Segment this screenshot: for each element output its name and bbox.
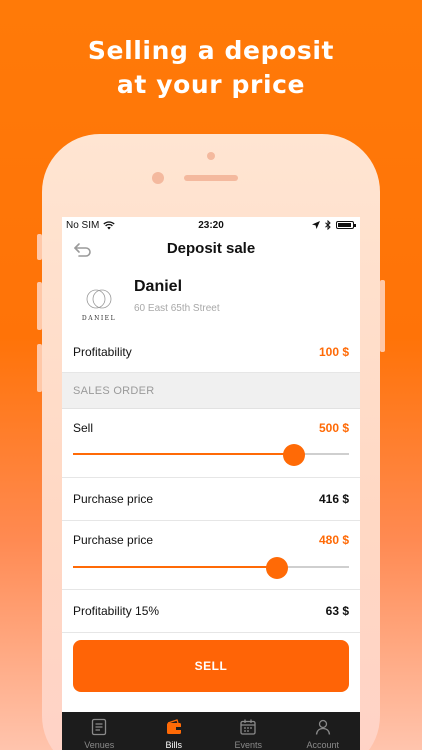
sell-label: Sell bbox=[73, 421, 94, 435]
logo-wordmark: DANIEL bbox=[81, 315, 117, 322]
tab-label: Account bbox=[306, 740, 340, 750]
purchase-price-label: Purchase price bbox=[73, 492, 154, 506]
slider-track-fill bbox=[73, 453, 294, 455]
tab-bills[interactable]: Bills bbox=[137, 712, 212, 750]
nav-bar: Deposit sale bbox=[62, 235, 360, 265]
sell-row: Sell 500 $ bbox=[62, 409, 360, 478]
sell-button[interactable]: SELL bbox=[73, 640, 349, 692]
phone-front-camera bbox=[152, 172, 164, 184]
profitability-label: Profitability bbox=[73, 345, 132, 359]
status-bar: No SIM 23:20 bbox=[62, 217, 360, 235]
phone-power-button bbox=[380, 280, 385, 352]
profitability-row: Profitability 100 $ bbox=[62, 333, 360, 373]
tab-label: Venues bbox=[84, 740, 115, 750]
tab-account[interactable]: Account bbox=[286, 712, 361, 750]
page-title: Deposit sale bbox=[166, 240, 256, 257]
tab-label: Events bbox=[234, 740, 262, 750]
sales-order-section-header: SALES ORDER bbox=[62, 373, 360, 409]
tab-venues[interactable]: Venues bbox=[62, 712, 137, 750]
calendar-icon bbox=[240, 719, 256, 735]
headline-line-1: Selling a deposit bbox=[87, 36, 335, 65]
tab-bar: Venues Bills Events Account bbox=[62, 712, 360, 750]
slider-thumb[interactable] bbox=[266, 557, 289, 579]
section-title: SALES ORDER bbox=[73, 385, 155, 397]
bluetooth-icon bbox=[325, 220, 331, 230]
phone-volume-up bbox=[37, 282, 42, 330]
profitability-percent-label: Profitability 15% bbox=[73, 604, 160, 618]
venue-name: Daniel bbox=[134, 278, 183, 295]
app-screen: No SIM 23:20 Deposit sale DANIEL Daniel … bbox=[62, 217, 360, 750]
slider-track-fill bbox=[73, 566, 278, 568]
profitability-percent-value: 63 $ bbox=[325, 604, 349, 618]
logo-rings-icon bbox=[86, 289, 112, 309]
purchase-price-slider[interactable] bbox=[73, 557, 349, 579]
headline-line-2: at your price bbox=[116, 70, 306, 99]
phone-mute-switch bbox=[37, 234, 42, 260]
venue-logo: DANIEL bbox=[76, 277, 122, 325]
battery-icon bbox=[336, 221, 356, 229]
slider-thumb[interactable] bbox=[282, 444, 305, 466]
venue-header: DANIEL Daniel 60 East 65th Street bbox=[62, 265, 360, 333]
tab-events[interactable]: Events bbox=[211, 712, 286, 750]
purchase-price-row: Purchase price 416 $ bbox=[62, 478, 360, 521]
battery-level bbox=[338, 223, 351, 227]
purchase-price-value: 416 $ bbox=[318, 492, 349, 506]
sell-price-slider[interactable] bbox=[73, 444, 349, 466]
purchase-price-label-2: Purchase price bbox=[73, 533, 154, 547]
phone-sensor bbox=[207, 152, 215, 160]
location-arrow-icon bbox=[312, 221, 320, 229]
menu-book-icon bbox=[92, 718, 107, 736]
profitability-value: 100 $ bbox=[318, 345, 349, 359]
promo-headline: Selling a deposit at your price bbox=[0, 34, 422, 102]
purchase-price-slider-row: Purchase price 480 $ bbox=[62, 521, 360, 590]
user-icon bbox=[315, 719, 330, 735]
wallet-icon bbox=[166, 719, 181, 734]
purchase-price-value-2: 480 $ bbox=[318, 533, 349, 547]
profitability-percent-row: Profitability 15% 63 $ bbox=[62, 590, 360, 633]
phone-speaker bbox=[184, 175, 238, 181]
sell-value: 500 $ bbox=[318, 421, 349, 435]
phone-volume-down bbox=[37, 344, 42, 392]
venue-address: 60 East 65th Street bbox=[134, 303, 220, 314]
tab-label: Bills bbox=[165, 740, 182, 750]
